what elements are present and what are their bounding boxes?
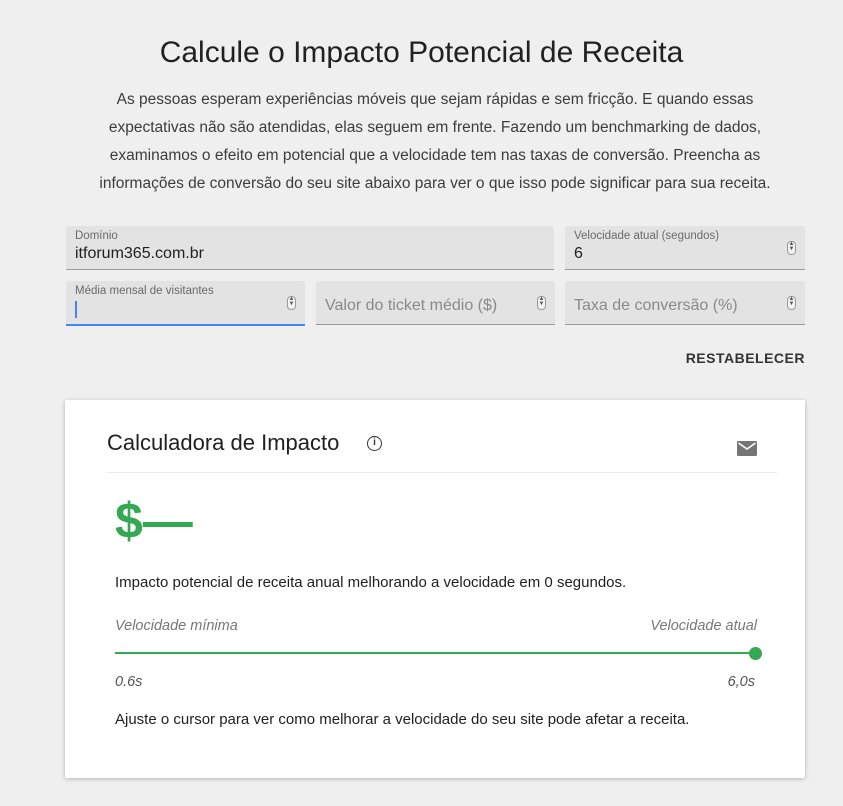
- page-title: Calcule o Impacto Potencial de Receita: [159, 36, 684, 69]
- monthly-visitors-field[interactable]: Média mensal de visitantes ▲ ▼: [66, 281, 305, 326]
- conversion-rate-placeholder: Taxa de conversão (%): [574, 297, 738, 314]
- domain-field[interactable]: Domínio itforum365.com.br: [66, 226, 554, 270]
- card-divider: [107, 472, 777, 473]
- impact-description: Impacto potencial de receita anual melho…: [115, 574, 627, 591]
- conversion-rate-field[interactable]: Taxa de conversão (%) ▲ ▼: [565, 281, 805, 325]
- domain-label: Domínio: [75, 230, 118, 242]
- mail-icon[interactable]: [737, 441, 757, 456]
- reset-button[interactable]: RESTABELECER: [686, 350, 805, 366]
- current-speed-field[interactable]: Velocidade atual (segundos) 6 ▲ ▼: [565, 226, 805, 270]
- card-title: Calculadora de Impacto: [107, 430, 340, 455]
- min-speed-label: Velocidade mínima: [115, 618, 238, 634]
- monthly-visitors-label: Média mensal de visitantes: [75, 285, 214, 297]
- current-speed-label: Velocidade atual (segundos): [574, 230, 720, 242]
- slider-hint: Ajuste o cursor para ver como melhorar a…: [115, 711, 690, 728]
- average-ticket-stepper[interactable]: ▲ ▼: [537, 295, 546, 310]
- current-speed-slider-value: 6,0s: [727, 674, 755, 690]
- current-speed-value: 6: [574, 245, 583, 262]
- speed-slider-thumb[interactable]: [748, 647, 762, 660]
- speed-slider-track[interactable]: [115, 652, 755, 654]
- conversion-rate-stepper[interactable]: ▲ ▼: [787, 295, 796, 310]
- average-ticket-placeholder: Valor do ticket médio ($): [325, 297, 498, 314]
- impact-calculator-card: Calculadora de Impacto i $— Impacto pote…: [65, 400, 805, 778]
- min-speed-value: 0.6s: [115, 674, 143, 690]
- text-caret: [75, 301, 77, 318]
- current-speed-slider-label: Velocidade atual: [650, 618, 757, 634]
- monthly-visitors-stepper[interactable]: ▲ ▼: [287, 295, 296, 310]
- revenue-impact-value: $—: [115, 493, 193, 549]
- intro-text: As pessoas esperam experiências móveis q…: [99, 91, 771, 192]
- domain-value: itforum365.com.br: [75, 245, 204, 262]
- average-ticket-field[interactable]: Valor do ticket médio ($) ▲ ▼: [316, 281, 555, 325]
- info-icon[interactable]: i: [367, 436, 382, 451]
- current-speed-stepper[interactable]: ▲ ▼: [787, 240, 796, 255]
